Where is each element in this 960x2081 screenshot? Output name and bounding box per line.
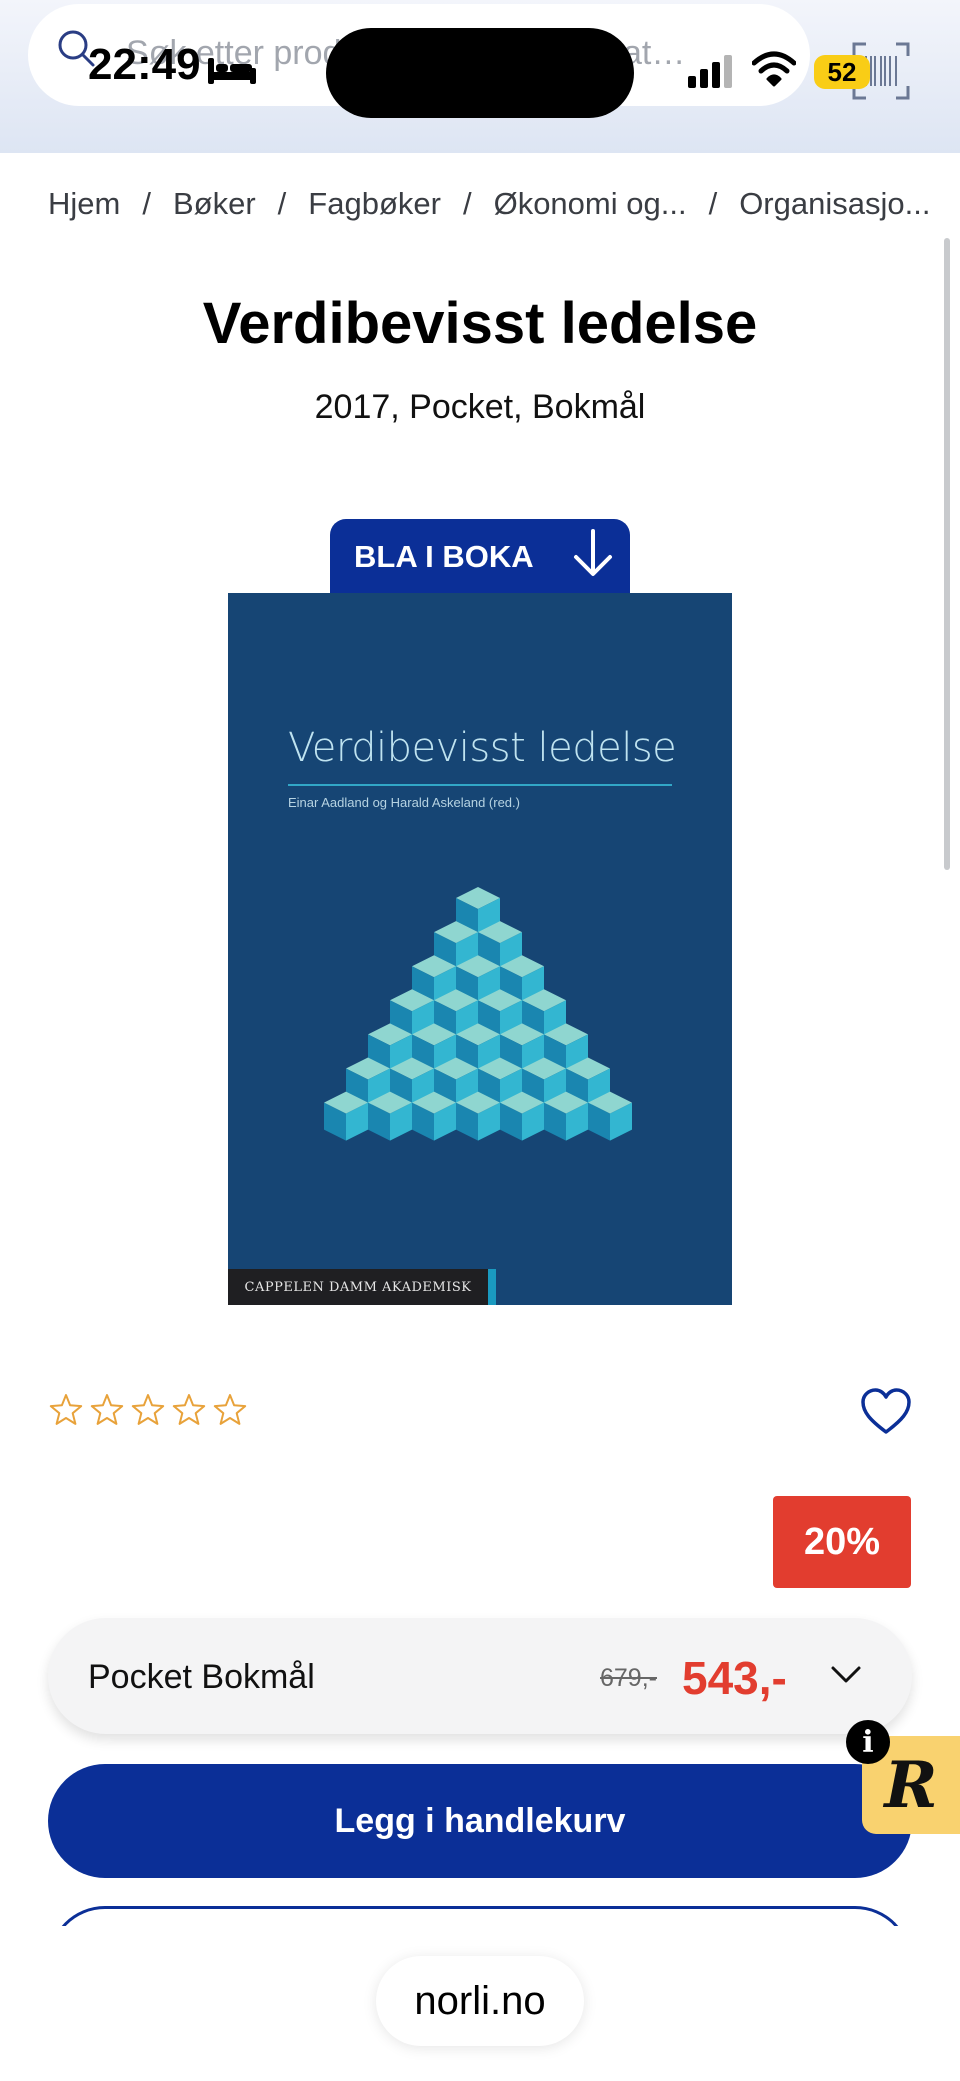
cube-pyramid-illustration: [324, 887, 632, 1141]
sale-price: 543,-: [682, 1652, 787, 1704]
info-icon[interactable]: i: [846, 1720, 890, 1764]
star-icon[interactable]: [89, 1392, 125, 1428]
old-price: 679,-: [600, 1664, 657, 1692]
breadcrumb-separator: /: [708, 186, 718, 221]
star-icon[interactable]: [171, 1392, 207, 1428]
browse-book-label: BLA I BOKA: [354, 539, 534, 574]
product-title: Verdibevisst ledelse: [202, 291, 758, 356]
chevron-down-icon: [831, 1666, 861, 1683]
breadcrumb-item-economy[interactable]: Økonomi og...: [494, 186, 687, 222]
add-to-cart-button[interactable]: Legg i handlekurv: [48, 1764, 912, 1878]
breadcrumb-item-nonfiction[interactable]: Fagbøker: [308, 186, 441, 222]
breadcrumb-item-books[interactable]: Bøker: [173, 186, 256, 222]
heart-icon[interactable]: [860, 1388, 912, 1436]
product-page: Søk etter produkt, forfatter eller kateg…: [0, 0, 960, 2081]
arrow-down-icon: [574, 529, 612, 576]
breadcrumb-separator: /: [277, 186, 287, 221]
discount-badge: 20%: [773, 1496, 911, 1588]
browser-url-bar[interactable]: norli.no: [376, 1956, 584, 2046]
breadcrumb-item-home[interactable]: Hjem: [48, 186, 120, 222]
cellular-signal-icon: [688, 55, 732, 88]
wifi-icon: [752, 51, 796, 87]
cover-divider: [288, 784, 672, 786]
cover-publisher: CAPPELEN DAMM AKADEMISK: [228, 1269, 488, 1305]
browse-book-button[interactable]: BLA I BOKA: [330, 519, 630, 595]
variant-selector[interactable]: Pocket Bokmål 679,- 543,-: [48, 1618, 912, 1734]
cover-publisher-accent: [488, 1269, 496, 1305]
breadcrumb-separator: /: [462, 186, 472, 221]
cover-title: Verdibevisst ledelse: [288, 725, 677, 771]
breadcrumb-separator: /: [142, 186, 151, 221]
dynamic-island: [326, 28, 634, 118]
status-time: 22:49: [88, 40, 201, 89]
product-details: 2017, Pocket, Bokmål: [314, 388, 646, 426]
breadcrumb: Hjem / Bøker / Fagbøker / Økonomi og... …: [48, 186, 928, 222]
breadcrumb-item-organization[interactable]: Organisasjo...: [739, 186, 928, 222]
book-cover-image[interactable]: Verdibevisst ledelse Einar Aadland og Ha…: [228, 593, 732, 1305]
rating-stars[interactable]: [48, 1392, 248, 1428]
variant-label: Pocket Bokmål: [88, 1658, 315, 1696]
cover-authors: Einar Aadland og Harald Askeland (red.): [288, 795, 520, 810]
sleep-focus-icon: [208, 58, 256, 84]
star-icon[interactable]: [212, 1392, 248, 1428]
battery-indicator: 52: [814, 55, 870, 89]
star-icon[interactable]: [48, 1392, 84, 1428]
star-icon[interactable]: [130, 1392, 166, 1428]
